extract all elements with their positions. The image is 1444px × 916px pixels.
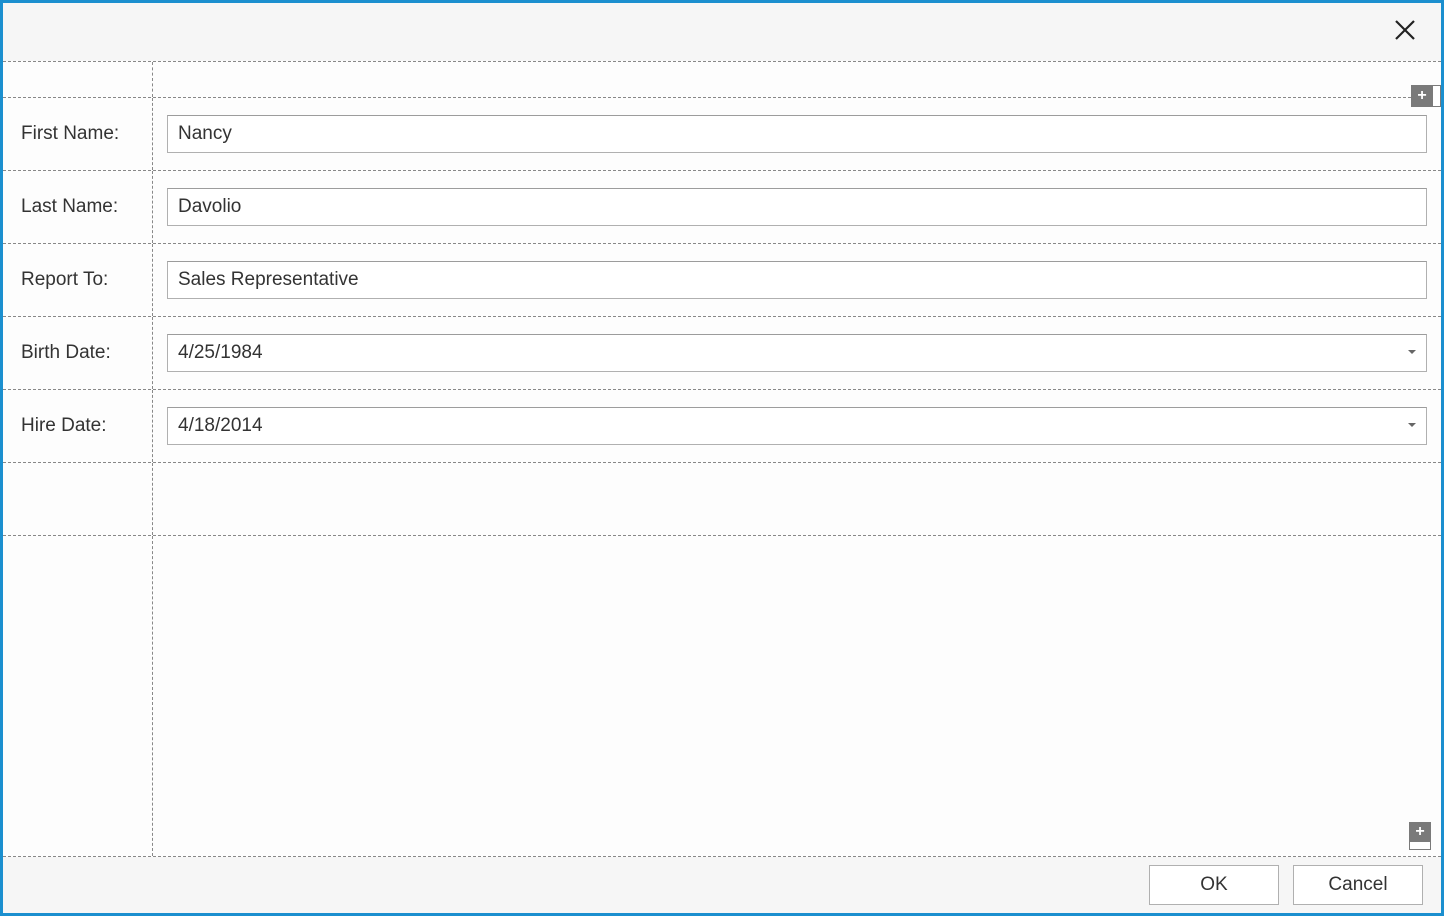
add-column-tab <box>1433 85 1441 107</box>
layout-header-strip: + <box>3 62 1441 98</box>
layout-header-input-col: + <box>153 62 1441 97</box>
label-last-name: Last Name: <box>3 171 153 243</box>
dialog-window: + First Name: Last Name: Report To: <box>0 0 1444 916</box>
label-hire-date: Hire Date: <box>3 390 153 462</box>
add-row-button[interactable]: + <box>1409 822 1431 850</box>
add-column-button[interactable]: + <box>1411 85 1441 109</box>
label-first-name: First Name: <box>3 98 153 170</box>
row-last-name: Last Name: <box>3 171 1441 244</box>
chevron-down-icon <box>1407 344 1417 362</box>
close-button[interactable] <box>1387 14 1423 50</box>
cell-first-name <box>153 98 1441 170</box>
last-name-input[interactable] <box>167 188 1427 226</box>
cell-report-to <box>153 244 1441 316</box>
report-to-input[interactable] <box>167 261 1427 299</box>
birth-date-input[interactable] <box>168 335 1398 371</box>
hire-date-picker[interactable] <box>167 407 1427 445</box>
birth-date-picker[interactable] <box>167 334 1427 372</box>
hire-date-input[interactable] <box>168 408 1398 444</box>
layout-header-label-col <box>3 62 153 97</box>
add-row-tab <box>1409 842 1431 850</box>
plus-icon: + <box>1411 85 1433 107</box>
label-birth-date: Birth Date: <box>3 317 153 389</box>
ok-button[interactable]: OK <box>1149 865 1279 905</box>
cell-birth-date <box>153 317 1441 389</box>
row-birth-date: Birth Date: <box>3 317 1441 390</box>
empty-label-cell <box>3 463 153 535</box>
layout-free-input-col: + <box>153 536 1441 856</box>
dialog-footer: OK Cancel <box>3 857 1441 913</box>
close-icon <box>1393 18 1417 47</box>
row-hire-date: Hire Date: <box>3 390 1441 463</box>
chevron-down-icon <box>1407 417 1417 435</box>
titlebar <box>3 3 1441 61</box>
layout-free-area: + <box>3 536 1441 856</box>
cancel-button[interactable]: Cancel <box>1293 865 1423 905</box>
first-name-input[interactable] <box>167 115 1427 153</box>
cell-last-name <box>153 171 1441 243</box>
hire-date-dropdown-button[interactable] <box>1398 408 1426 444</box>
plus-icon: + <box>1409 822 1431 842</box>
form-layout-area: + First Name: Last Name: Report To: <box>3 61 1441 857</box>
birth-date-dropdown-button[interactable] <box>1398 335 1426 371</box>
empty-layout-row <box>3 463 1441 536</box>
row-first-name: First Name: <box>3 98 1441 171</box>
cell-hire-date <box>153 390 1441 462</box>
label-report-to: Report To: <box>3 244 153 316</box>
row-report-to: Report To: <box>3 244 1441 317</box>
layout-free-label-col <box>3 536 153 856</box>
empty-input-cell <box>153 463 1441 535</box>
